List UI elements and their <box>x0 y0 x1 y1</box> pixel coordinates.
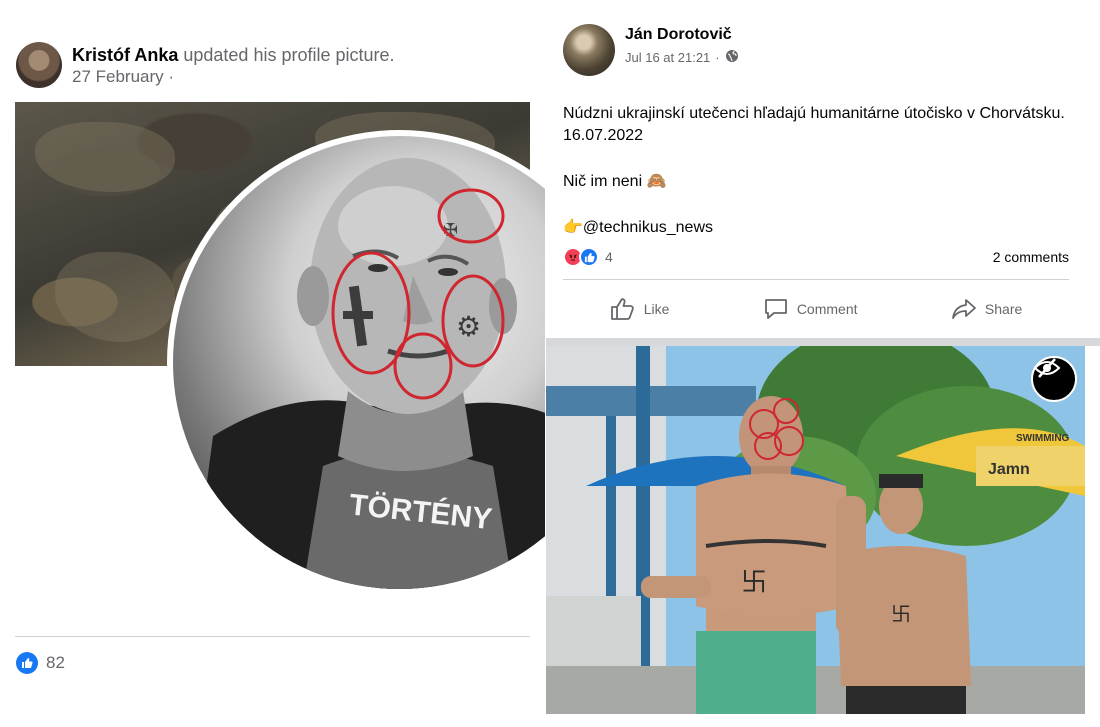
divider <box>546 338 1100 346</box>
eye-slash-icon <box>1033 358 1061 378</box>
divider <box>15 636 530 637</box>
author-name[interactable]: Ján Dorotovič <box>625 26 732 44</box>
hide-image-button[interactable] <box>1031 356 1077 402</box>
post-timestamp[interactable]: Jul 16 at 21:21 <box>625 50 710 65</box>
post-photo[interactable]: Jamn SWIMMING 卐 卐 <box>546 346 1085 714</box>
comment-label: Comment <box>796 301 858 317</box>
divider <box>563 279 1069 280</box>
share-icon <box>952 299 976 319</box>
profile-photo-illustration: TÖRTÉNY ⚙ ✠ <box>193 158 545 589</box>
post-date[interactable]: 27 February <box>72 67 164 86</box>
svg-text:卐: 卐 <box>741 568 767 598</box>
comments-count[interactable]: 2 comments <box>993 249 1069 265</box>
post-text-line[interactable]: 👉@technikus_news <box>563 217 1083 239</box>
post-actions: Like Comment Share <box>563 288 1069 330</box>
post-photo-illustration: Jamn SWIMMING 卐 卐 <box>546 346 1085 714</box>
post-body: Núdzni ukrajinskí utečenci hľadajú human… <box>563 103 1083 263</box>
reaction-summary[interactable]: 4 <box>563 247 613 267</box>
comment-icon <box>764 299 787 319</box>
share-button[interactable]: Share <box>951 297 1022 321</box>
left-post-header: Kristóf Anka updated his profile picture… <box>16 42 395 94</box>
post-text-line: Núdzni ukrajinskí utečenci hľadajú human… <box>563 105 1065 144</box>
globe-icon[interactable] <box>725 49 739 66</box>
post-meta: Jul 16 at 21:21 · <box>625 49 739 66</box>
photo-sign: SWIMMING <box>1016 433 1070 444</box>
like-label: Like <box>643 301 670 317</box>
svg-text:卐: 卐 <box>891 602 911 626</box>
share-label: Share <box>984 301 1023 317</box>
avatar[interactable] <box>16 42 62 88</box>
reaction-summary[interactable]: 82 <box>16 652 65 674</box>
date-separator: · <box>168 67 175 86</box>
photo-sign: Jamn <box>988 461 1030 478</box>
thumbs-up-icon <box>610 298 634 320</box>
right-post: Ján Dorotovič Jul 16 at 21:21 · Núdzni u… <box>546 0 1100 727</box>
avatar[interactable] <box>563 24 615 76</box>
like-icon <box>16 652 38 674</box>
meta-separator: · <box>715 50 720 65</box>
profile-picture[interactable]: TÖRTÉNY ⚙ ✠ <box>167 130 545 595</box>
post-text-line: Nič im neni 🙈 <box>563 173 667 190</box>
post-action-text: updated his profile picture. <box>183 45 395 65</box>
author-name[interactable]: Kristóf Anka <box>72 45 178 65</box>
like-icon <box>579 247 599 267</box>
like-button[interactable]: Like <box>610 297 670 321</box>
reaction-count: 4 <box>605 249 613 265</box>
left-post: Kristóf Anka updated his profile picture… <box>0 0 545 727</box>
reaction-bar: 4 2 comments <box>563 247 1069 267</box>
svg-text:⚙: ⚙ <box>456 310 481 343</box>
comment-button[interactable]: Comment <box>763 297 858 321</box>
reaction-count: 82 <box>46 653 65 672</box>
